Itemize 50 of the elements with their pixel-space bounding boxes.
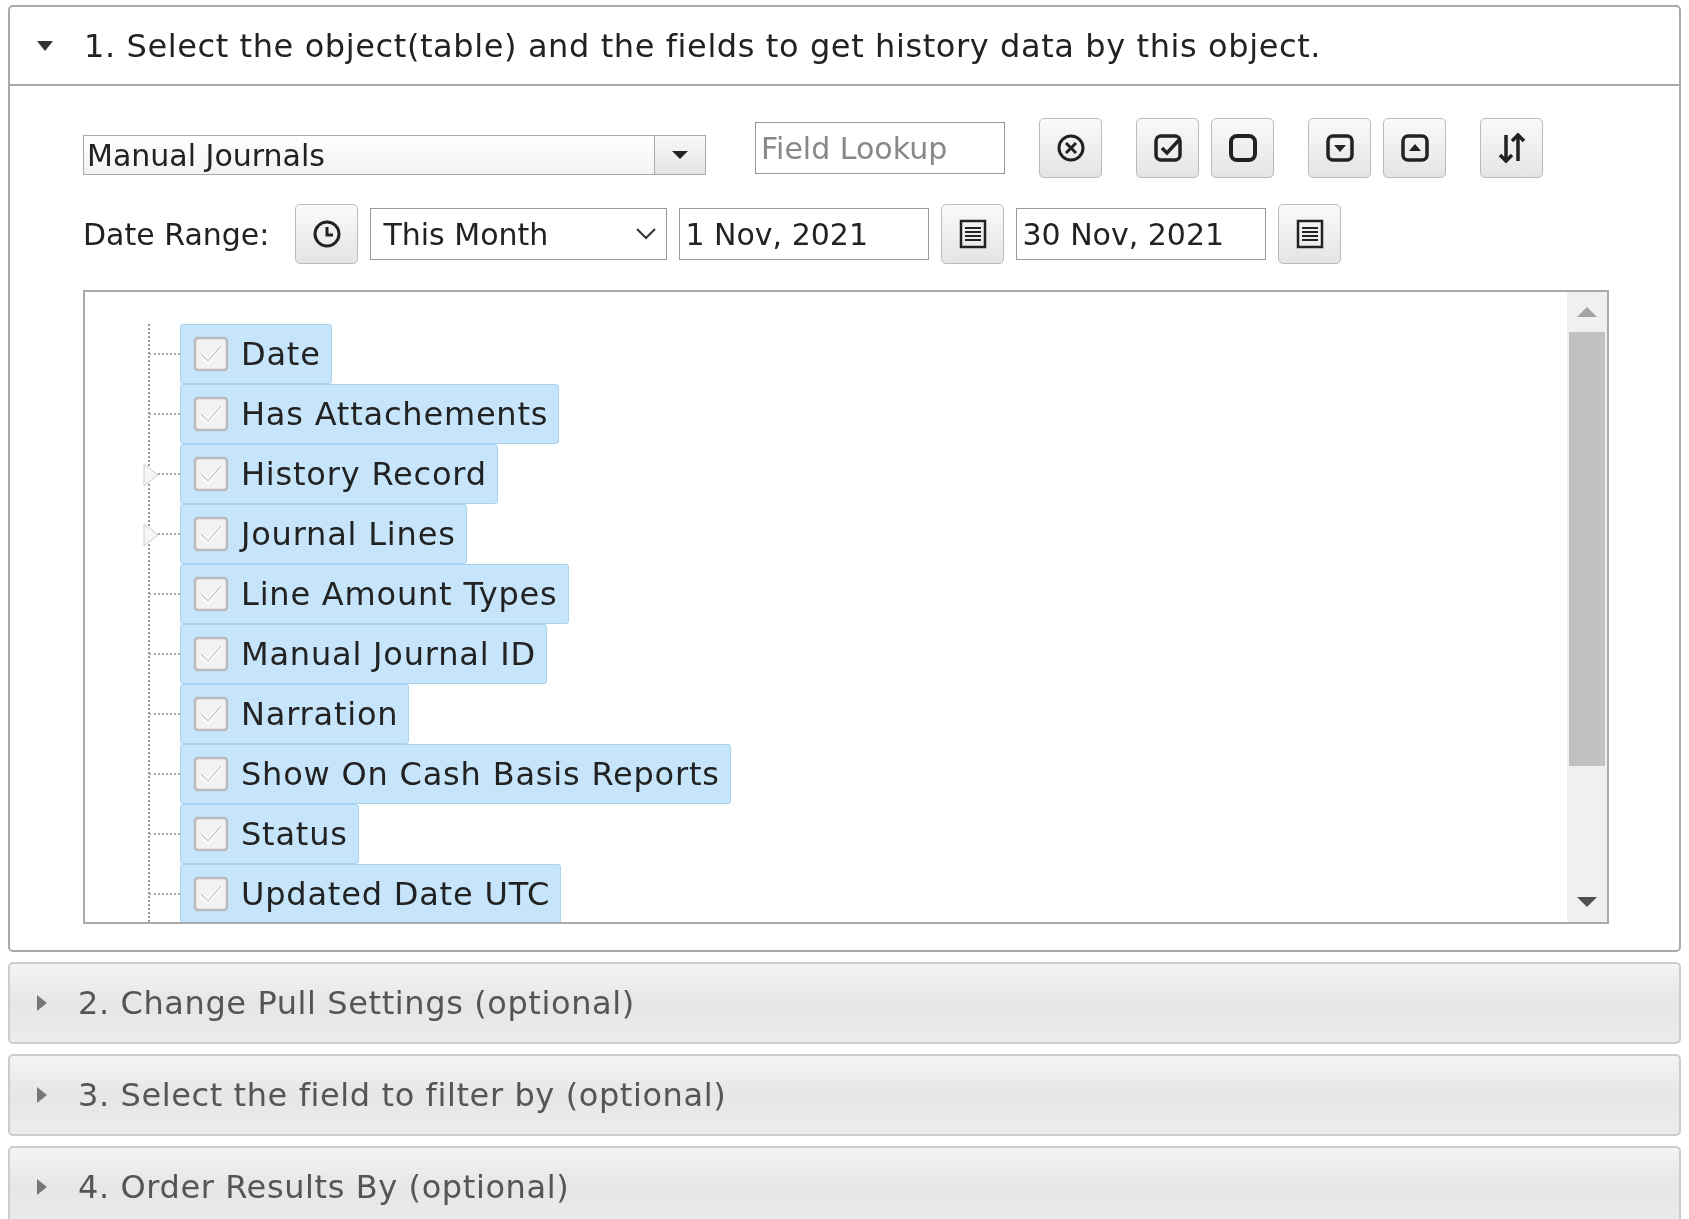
sort-button[interactable] xyxy=(1480,118,1543,178)
checkbox[interactable] xyxy=(193,816,229,852)
date-preset-dropdown[interactable]: This Month xyxy=(370,208,668,260)
object-dropdown[interactable]: Manual Journals xyxy=(83,135,706,175)
section-header[interactable]: 4. Order Results By (optional) xyxy=(10,1148,1679,1219)
expand-arrow-icon[interactable] xyxy=(141,522,161,548)
field-item[interactable]: Line Amount Types xyxy=(180,564,569,624)
chevron-down-icon xyxy=(636,228,657,240)
section-header[interactable]: 2. Change Pull Settings (optional) xyxy=(10,964,1679,1042)
field-item[interactable]: Narration xyxy=(180,684,410,744)
checkbox[interactable] xyxy=(193,456,229,492)
expand-caret-icon[interactable] xyxy=(36,1086,48,1104)
section-header[interactable]: 3. Select the field to filter by (optional) xyxy=(10,1056,1679,1134)
expand-all-button[interactable] xyxy=(1308,118,1371,178)
calendar-button[interactable] xyxy=(1278,204,1342,264)
checkbox[interactable] xyxy=(193,396,229,432)
date-range-label: Date Range: xyxy=(83,216,270,252)
caret-icon xyxy=(671,150,689,160)
collapse-all-button[interactable] xyxy=(1383,118,1446,178)
checkbox[interactable] xyxy=(193,876,229,912)
field-item[interactable]: Status xyxy=(180,804,359,864)
field-item[interactable]: Has Attachements xyxy=(180,384,560,444)
checkbox[interactable] xyxy=(193,336,229,372)
checkbox[interactable] xyxy=(193,636,229,672)
calendar-button[interactable] xyxy=(941,204,1005,264)
checkbox[interactable] xyxy=(193,516,229,552)
expand-arrow-icon[interactable] xyxy=(141,462,161,488)
checkbox[interactable] xyxy=(193,696,229,732)
field-lookup-input[interactable]: Field Lookup xyxy=(755,122,1005,174)
checkbox[interactable] xyxy=(193,576,229,612)
expand-caret-icon[interactable] xyxy=(36,994,48,1012)
expand-caret-icon[interactable] xyxy=(36,1178,48,1196)
clock-button[interactable] xyxy=(295,204,359,264)
collapse-caret-icon[interactable] xyxy=(36,39,54,52)
start-date-input[interactable]: 1 Nov, 2021 xyxy=(679,208,930,260)
field-item[interactable]: Date xyxy=(180,324,332,384)
field-item[interactable]: Manual Journal ID xyxy=(180,624,547,684)
scroll-down-icon[interactable] xyxy=(1576,896,1598,908)
end-date-input[interactable]: 30 Nov, 2021 xyxy=(1016,208,1267,260)
uncheck-all-button[interactable] xyxy=(1211,118,1274,178)
field-item[interactable]: History Record xyxy=(180,444,498,504)
checkbox[interactable] xyxy=(193,756,229,792)
check-all-button[interactable] xyxy=(1136,118,1199,178)
section-header[interactable]: 1. Select the object(table) and the fields to get history data by this object. xyxy=(10,7,1679,86)
scrollbar[interactable] xyxy=(1567,292,1607,922)
field-item[interactable]: Journal Lines xyxy=(180,504,467,564)
field-item[interactable]: Updated Date UTC xyxy=(180,864,562,922)
scroll-up-icon[interactable] xyxy=(1576,306,1598,318)
field-item[interactable]: Show On Cash Basis Reports xyxy=(180,744,731,804)
clear-button[interactable] xyxy=(1039,118,1102,178)
